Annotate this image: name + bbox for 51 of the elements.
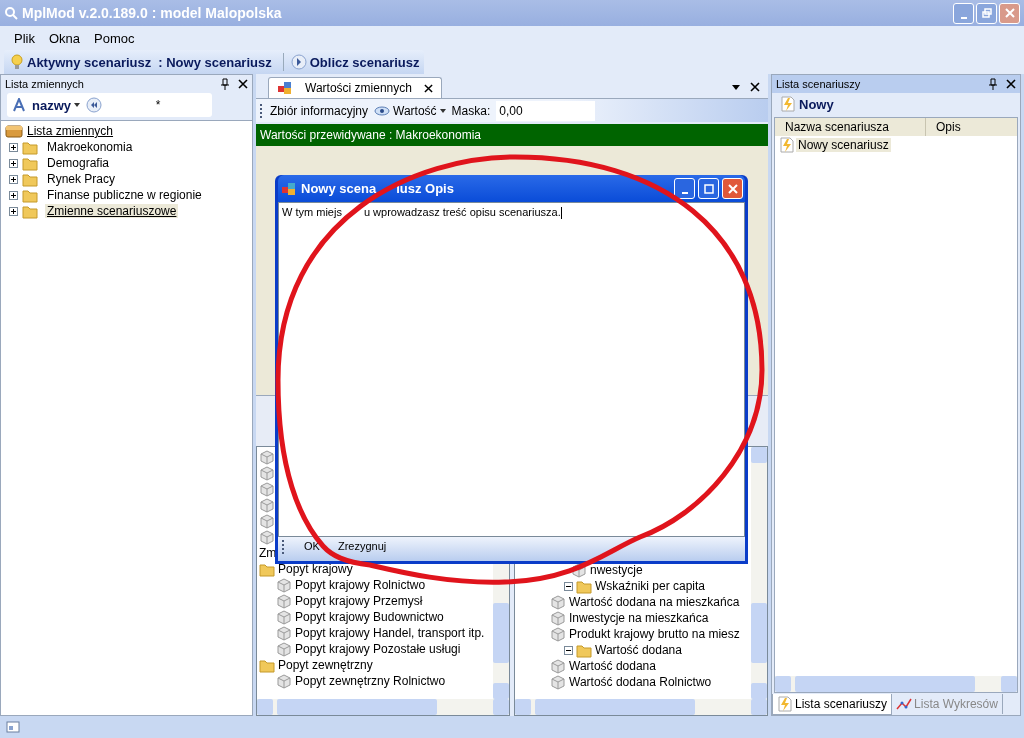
menu-item[interactable]: Pomoc bbox=[88, 28, 141, 48]
tree-item[interactable]: Wartość dodana bbox=[569, 659, 656, 673]
menu-item[interactable]: Plik bbox=[8, 28, 41, 48]
active-scenario-value: : Nowy scenariusz bbox=[158, 54, 272, 70]
tree-item[interactable]: Popyt krajowy Handel, transport itp. bbox=[295, 626, 485, 640]
tree-item[interactable]: Popyt krajowy Budownictwo bbox=[295, 610, 444, 624]
tree-item[interactable]: Zmienne scenariuszowe bbox=[45, 204, 179, 218]
tree-item[interactable]: Popyt krajowy Przemysł bbox=[295, 594, 423, 608]
tree-item[interactable]: Finanse publiczne w regionie bbox=[45, 188, 204, 202]
dataset-label[interactable]: Zbiór informacyjny bbox=[270, 103, 369, 118]
tree-item[interactable]: nwestycje bbox=[590, 563, 643, 577]
tree-item[interactable]: Popyt zewnętrzny Rolnictwo bbox=[295, 674, 446, 688]
tree-item[interactable]: Produkt krajowy brutto na miesz bbox=[569, 627, 740, 641]
sort-button[interactable]: nazwy bbox=[13, 97, 80, 113]
description-field[interactable]: W tym miejs u wprowadzasz treść opisu scenariusza. bbox=[278, 202, 745, 537]
tree-item[interactable]: Inwestycje na mieszkańca bbox=[569, 611, 709, 625]
dialog-button[interactable]: OK bbox=[304, 540, 320, 552]
tree-item[interactable]: Wartość dodana bbox=[595, 643, 682, 657]
panel-tab[interactable]: Lista scenariuszy bbox=[772, 693, 893, 715]
compute-scenario-button[interactable]: Oblicz scenariusz bbox=[290, 54, 420, 70]
dialog-title: Nowy scena bbox=[301, 181, 377, 196]
tree-item[interactable]: Popyt krajowy Pozostałe usługi bbox=[295, 642, 461, 656]
mask-label: Maska: bbox=[451, 103, 491, 118]
description-text: u wprowadzasz treść opisu scenariusza. bbox=[363, 206, 561, 218]
description-text: W tym miejs bbox=[282, 206, 342, 218]
tree-item[interactable]: Wskaźniki per capita bbox=[595, 579, 706, 593]
tree-root[interactable]: Lista zmiennych bbox=[27, 124, 114, 138]
tree-item[interactable]: Wartość dodana na mieszkańca bbox=[569, 595, 740, 609]
panel-title: Lista zmiennych bbox=[5, 78, 84, 90]
tree-item[interactable]: Zm bbox=[259, 546, 277, 560]
tree-item[interactable]: Rynek Pracy bbox=[45, 172, 118, 186]
section-banner: Wartości przewidywane : Makroekonomia bbox=[256, 124, 768, 146]
tree-item[interactable]: Demografia bbox=[45, 156, 112, 170]
scenario-name[interactable]: Nowy scenariusz bbox=[796, 138, 891, 152]
dialog-button[interactable]: Zrezygnuj bbox=[337, 540, 387, 552]
menu-item[interactable]: Okna bbox=[42, 28, 87, 48]
tree-item[interactable]: Makroekonomia bbox=[45, 140, 135, 154]
dialog-title: iusz Opis bbox=[396, 181, 454, 196]
tree-item[interactable]: Wartość dodana Rolnictwo bbox=[569, 675, 712, 689]
window-title: MplMod v.2.0.189.0 : model Malopolska bbox=[22, 5, 282, 21]
column-header[interactable]: Nazwa scenariusza bbox=[775, 118, 926, 136]
view-button[interactable]: Wartość bbox=[374, 103, 446, 118]
column-header[interactable]: Opis bbox=[926, 118, 961, 136]
active-scenario-label: Aktywny scenariusz bbox=[27, 54, 152, 70]
new-button[interactable]: Nowy bbox=[780, 96, 834, 112]
tree-item[interactable]: Popyt krajowy Rolnictwo bbox=[295, 578, 426, 592]
document-tab[interactable]: Wartości zmiennych bbox=[268, 77, 442, 98]
tree-item[interactable]: Popyt krajowy bbox=[278, 562, 353, 576]
mask-field[interactable]: 0,00 bbox=[496, 100, 596, 121]
panel-title: Lista scenariuszy bbox=[776, 78, 861, 90]
tree-item[interactable]: Popyt zewnętrzny bbox=[278, 658, 373, 672]
